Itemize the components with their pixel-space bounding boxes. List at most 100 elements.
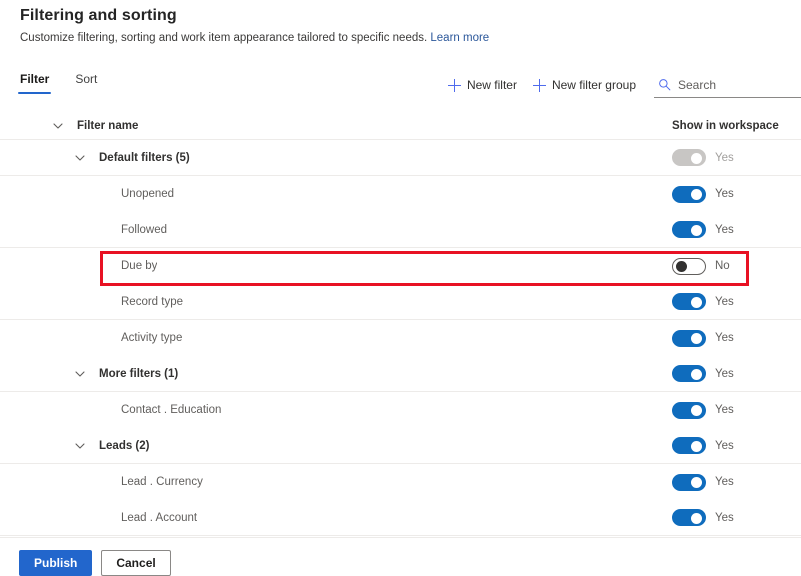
learn-more-link[interactable]: Learn more: [430, 32, 489, 44]
show-in-workspace-toggle[interactable]: [672, 221, 706, 238]
row-toggle-cell: Yes: [672, 392, 734, 428]
toggle-knob: [691, 152, 702, 164]
row-label: Leads (2): [99, 439, 150, 452]
new-filter-label: New filter: [466, 78, 517, 92]
toggle-label: Yes: [715, 511, 734, 524]
toggle-knob: [691, 368, 702, 380]
search-input[interactable]: [678, 77, 793, 92]
row-toggle-cell: Yes: [672, 284, 734, 319]
row-toggle-cell: Yes: [672, 356, 734, 391]
tab-list: Filter Sort: [18, 72, 99, 94]
toggle-label: Yes: [715, 367, 734, 380]
toggle-knob: [691, 189, 702, 200]
row-label: More filters (1): [99, 367, 179, 380]
chevron-spacer: [91, 219, 113, 241]
chevron-spacer: [91, 507, 113, 529]
row-toggle-cell: Yes: [672, 140, 734, 175]
filters-table: Filter name Show in workspace Default fi…: [0, 112, 801, 536]
page-subtitle: Customize filtering, sorting and work it…: [20, 32, 489, 44]
toggle-label: Yes: [715, 151, 734, 164]
row-label: Contact . Education: [121, 404, 222, 416]
toggle-knob: [691, 296, 702, 308]
show-in-workspace-toggle[interactable]: [672, 365, 706, 382]
toggle-label: Yes: [715, 439, 734, 452]
toggle-label: Yes: [715, 223, 734, 236]
cancel-button[interactable]: Cancel: [101, 550, 171, 576]
toggle-knob: [676, 261, 687, 272]
table-body: Default filters (5) Yes Unopened Yes Followe…: [0, 140, 801, 536]
page-title: Filtering and sorting: [20, 7, 177, 24]
footer-divider: [0, 537, 801, 538]
tab-sort[interactable]: Sort: [73, 72, 99, 94]
toggle-label: Yes: [715, 404, 734, 416]
chevron-down-icon[interactable]: [69, 363, 91, 385]
toggle-knob: [691, 224, 702, 236]
show-in-workspace-toggle[interactable]: [672, 509, 706, 526]
chevron-spacer: [91, 399, 113, 421]
row-toggle-cell: Yes: [672, 212, 734, 247]
new-filter-button[interactable]: New filter: [440, 75, 525, 95]
row-toggle-cell: Yes: [672, 320, 734, 356]
row-toggle-cell: Yes: [672, 500, 734, 535]
table-row[interactable]: Lead . Account Yes: [0, 500, 801, 536]
tab-filter[interactable]: Filter: [18, 72, 52, 94]
search-icon: [658, 78, 671, 91]
header-toggle-cell: Show in workspace: [672, 112, 779, 139]
new-filter-group-button[interactable]: New filter group: [525, 75, 644, 95]
publish-button[interactable]: Publish: [19, 550, 93, 576]
toggle-knob: [691, 333, 702, 344]
row-toggle-cell: No: [672, 248, 730, 284]
plus-icon: [447, 78, 461, 92]
row-label: Due by: [121, 260, 158, 272]
toggle-knob: [691, 477, 702, 488]
plus-icon: [532, 78, 546, 92]
header-filter-name: Filter name: [77, 119, 139, 132]
table-row[interactable]: Followed Yes: [0, 212, 801, 248]
row-toggle-cell: Yes: [672, 176, 734, 212]
chevron-spacer: [91, 471, 113, 493]
chevron-down-icon[interactable]: [69, 435, 91, 457]
table-row[interactable]: Activity type Yes: [0, 320, 801, 356]
filtering-and-sorting-page: Filtering and sorting Customize filterin…: [0, 0, 801, 576]
show-in-workspace-toggle[interactable]: [672, 257, 706, 275]
footer-actions: Publish Cancel: [19, 550, 171, 576]
row-label: Lead . Account: [121, 511, 198, 524]
show-in-workspace-toggle: [672, 149, 706, 166]
toggle-label: No: [715, 260, 730, 272]
show-in-workspace-toggle[interactable]: [672, 437, 706, 454]
header-show-in-workspace: Show in workspace: [672, 119, 779, 132]
table-row[interactable]: More filters (1) Yes: [0, 356, 801, 392]
command-bar: New filter New filter group: [440, 72, 801, 98]
table-header-row: Filter name Show in workspace: [0, 112, 801, 140]
table-row[interactable]: Leads (2) Yes: [0, 428, 801, 464]
new-filter-group-label: New filter group: [551, 78, 636, 92]
chevron-spacer: [91, 183, 113, 205]
show-in-workspace-toggle[interactable]: [672, 473, 706, 491]
table-row[interactable]: Due by No: [0, 248, 801, 284]
collapse-all-chevron-icon[interactable]: [47, 115, 69, 137]
toggle-knob: [691, 440, 702, 452]
toggle-label: Yes: [715, 188, 734, 200]
table-row[interactable]: Default filters (5) Yes: [0, 140, 801, 176]
toggle-label: Yes: [715, 476, 734, 488]
chevron-spacer: [91, 327, 113, 349]
table-row[interactable]: Contact . Education Yes: [0, 392, 801, 428]
row-toggle-cell: Yes: [672, 428, 734, 463]
show-in-workspace-toggle[interactable]: [672, 329, 706, 347]
show-in-workspace-toggle[interactable]: [672, 401, 706, 419]
row-label: Default filters (5): [99, 151, 190, 164]
toggle-label: Yes: [715, 332, 734, 344]
show-in-workspace-toggle[interactable]: [672, 293, 706, 310]
show-in-workspace-toggle[interactable]: [672, 185, 706, 203]
table-row[interactable]: Record type Yes: [0, 284, 801, 320]
chevron-spacer: [91, 291, 113, 313]
chevron-spacer: [91, 255, 113, 277]
row-toggle-cell: Yes: [672, 464, 734, 500]
row-label: Record type: [121, 295, 184, 308]
table-row[interactable]: Lead . Currency Yes: [0, 464, 801, 500]
search-box[interactable]: [654, 72, 801, 98]
table-row[interactable]: Unopened Yes: [0, 176, 801, 212]
chevron-down-icon[interactable]: [69, 147, 91, 169]
page-subtitle-text: Customize filtering, sorting and work it…: [20, 32, 428, 44]
row-label: Activity type: [121, 332, 183, 344]
